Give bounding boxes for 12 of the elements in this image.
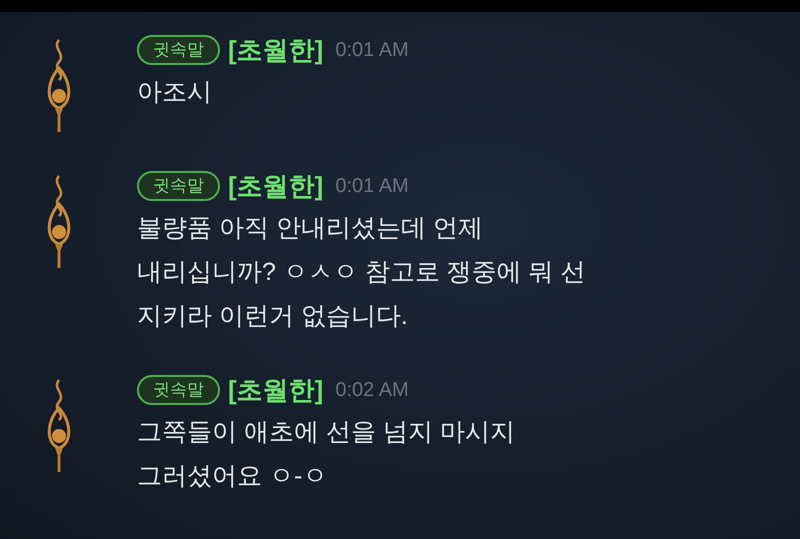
channel-badge: 귓속말: [137, 375, 220, 405]
sender-name: [초월한]: [228, 170, 324, 202]
sender-name: [초월한]: [228, 34, 324, 66]
channel-badge: 귓속말: [137, 35, 220, 65]
message-time: 0:01 AM: [335, 38, 409, 63]
message-text: 아조시: [137, 77, 213, 108]
message-time: 0:01 AM: [335, 174, 409, 199]
message-time: 0:02 AM: [335, 378, 409, 403]
sender-name: [초월한]: [228, 374, 324, 406]
message-text: 그쪽들이 애초에 선을 넘지 마시지 그러셨어요 ㅇ-ㅇ: [137, 417, 515, 492]
channel-badge: 귓속말: [137, 171, 220, 201]
message-text: 불량품 아직 안내리셨는데 언제 내리십니까? ㅇㅅㅇ 참고로 쟁중에 뭐 선 지키라 이런거 없습니다.: [137, 213, 586, 332]
